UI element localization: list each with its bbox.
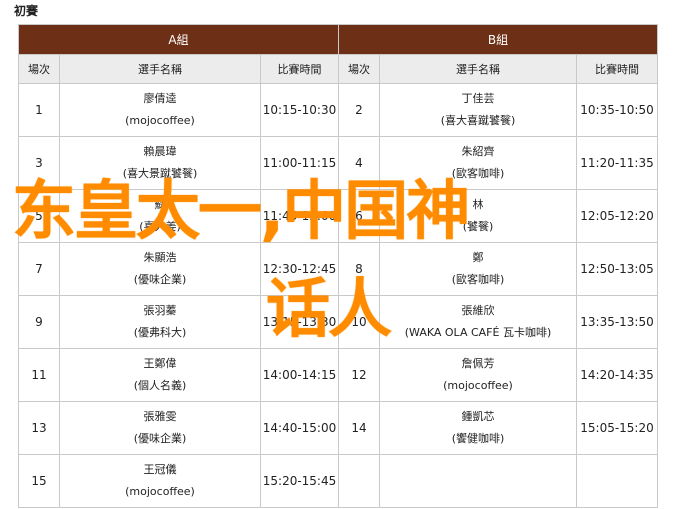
round-cell: 13 — [18, 401, 60, 455]
round-cell: 8 — [338, 242, 380, 296]
round-cell: 7 — [18, 242, 60, 296]
time-cell: 15:05-15:20 — [576, 401, 658, 455]
player-name: 鍾凱芯 — [461, 410, 495, 423]
group-b-header: B組 — [338, 24, 658, 55]
table-row: 11 王鄭偉 (個人名義) 14:00-14:15 12 詹佩芳 (mojocoffee) 1… — [18, 348, 658, 402]
round-cell: 15 — [18, 454, 60, 508]
time-cell: 12:50-13:05 — [576, 242, 658, 296]
time-cell: 10:35-10:50 — [576, 83, 658, 137]
player-team: (個人名義) — [133, 379, 187, 392]
player-cell: 張雅雯 (優味企業) — [59, 401, 261, 455]
player-team: (優弗科大) — [133, 326, 187, 339]
player-name: 詹佩芳 — [461, 357, 495, 370]
player-cell: 王冠儀 (mojocoffee) — [59, 454, 261, 508]
player-name: 賴晨瑋 — [143, 145, 177, 158]
table-row: 13 張雅雯 (優味企業) 14:40-15:00 14 鍾凱芯 (饗健咖啡) 15:05-1… — [18, 401, 658, 455]
player-cell: 蘇 (喜大姜) — [59, 189, 261, 243]
table-row: 3 賴晨瑋 (喜大景蹴饕餮) 11:00-11:15 4 朱紹齊 (歐客咖啡) 11:20-1… — [18, 136, 658, 190]
player-name: 朱紹齊 — [461, 145, 495, 158]
column-header-row: 場次 選手名稱 比賽時間 場次 選手名稱 比賽時間 — [18, 54, 658, 84]
player-cell: 張羽蓁 (優弗科大) — [59, 295, 261, 349]
table-row: 9 張羽蓁 (優弗科大) 13:15-13:30 10 張維欣 (WAKA OLA CAFÉ… — [18, 295, 658, 349]
player-cell: 廖倩逵 (mojocoffee) — [59, 83, 261, 137]
player-cell: 賴晨瑋 (喜大景蹴饕餮) — [59, 136, 261, 190]
player-name: 張維欣 — [461, 304, 495, 317]
round-cell: 11 — [18, 348, 60, 402]
player-name: 王冠儀 — [143, 463, 177, 476]
round-cell: 6 — [338, 189, 380, 243]
player-team: (歐客咖啡) — [451, 273, 505, 286]
player-cell: 鍾凱芯 (饗健咖啡) — [379, 401, 577, 455]
time-cell: 14:20-14:35 — [576, 348, 658, 402]
time-cell — [576, 454, 658, 508]
column-header-round: 場次 — [338, 54, 380, 84]
time-cell: 12:30-12:45 — [260, 242, 339, 296]
player-cell: 張維欣 (WAKA OLA CAFÉ 瓦卡咖啡) — [379, 295, 577, 349]
player-cell: 朱顯浩 (優味企業) — [59, 242, 261, 296]
group-a-header: A組 — [18, 24, 339, 55]
player-team: (優味企業) — [133, 432, 187, 445]
player-team: (饕餮) — [462, 220, 494, 233]
player-cell: 丁佳芸 (喜大喜蹴饕餮) — [379, 83, 577, 137]
round-cell: 4 — [338, 136, 380, 190]
player-cell: 朱紹齊 (歐客咖啡) — [379, 136, 577, 190]
column-header-time: 比賽時間 — [260, 54, 339, 84]
player-name: 林 — [472, 198, 484, 211]
table-row: 1 廖倩逵 (mojocoffee) 10:15-10:30 2 丁佳芸 (喜大喜蹴饕餮) 1… — [18, 83, 658, 137]
page-title: 初賽 — [14, 4, 39, 18]
round-cell: 5 — [18, 189, 60, 243]
player-team: (喜大景蹴饕餮) — [122, 167, 198, 180]
time-cell: 11:45-12:00 — [260, 189, 339, 243]
schedule-body: 1 廖倩逵 (mojocoffee) 10:15-10:30 2 丁佳芸 (喜大喜蹴饕餮) 1… — [18, 83, 658, 508]
player-name: 張羽蓁 — [143, 304, 177, 317]
time-cell: 11:00-11:15 — [260, 136, 339, 190]
player-name: 廖倩逵 — [143, 92, 177, 105]
player-team: (喜大姜) — [139, 220, 181, 233]
round-cell: 10 — [338, 295, 380, 349]
time-cell: 10:15-10:30 — [260, 83, 339, 137]
time-cell: 12:05-12:20 — [576, 189, 658, 243]
table-row: 15 王冠儀 (mojocoffee) 15:20-15:45 — [18, 454, 658, 508]
player-name: 朱顯浩 — [143, 251, 177, 264]
table-row: 7 朱顯浩 (優味企業) 12:30-12:45 8 鄭 (歐客咖啡) 12:50-13:05 — [18, 242, 658, 296]
group-header-row: A組 B組 — [18, 24, 658, 55]
time-cell: 13:15-13:30 — [260, 295, 339, 349]
player-name: 王鄭偉 — [143, 357, 177, 370]
player-team: (mojocoffee) — [125, 114, 195, 127]
round-cell — [338, 454, 380, 508]
player-cell — [379, 454, 577, 508]
player-team: (喜大喜蹴饕餮) — [440, 114, 516, 127]
round-cell: 3 — [18, 136, 60, 190]
time-cell: 14:00-14:15 — [260, 348, 339, 402]
player-team: (饗健咖啡) — [451, 432, 505, 445]
player-cell: 詹佩芳 (mojocoffee) — [379, 348, 577, 402]
time-cell: 13:35-13:50 — [576, 295, 658, 349]
player-name: 鄭 — [472, 251, 484, 264]
player-name: 張雅雯 — [143, 410, 177, 423]
player-team: (mojocoffee) — [443, 379, 513, 392]
player-name: 蘇 — [154, 198, 166, 211]
round-cell: 12 — [338, 348, 380, 402]
player-team: (優味企業) — [133, 273, 187, 286]
time-cell: 11:20-11:35 — [576, 136, 658, 190]
player-name: 丁佳芸 — [461, 92, 495, 105]
player-cell: 林 (饕餮) — [379, 189, 577, 243]
column-header-player: 選手名稱 — [59, 54, 261, 84]
player-team: (WAKA OLA CAFÉ 瓦卡咖啡) — [404, 326, 552, 339]
round-cell: 14 — [338, 401, 380, 455]
time-cell: 14:40-15:00 — [260, 401, 339, 455]
table-row: 5 蘇 (喜大姜) 11:45-12:00 6 林 (饕餮) 12:05-12:20 — [18, 189, 658, 243]
schedule-table: A組 B組 場次 選手名稱 比賽時間 場次 選手名稱 比賽時間 1 廖倩逵 (moj… — [18, 24, 658, 508]
time-cell: 15:20-15:45 — [260, 454, 339, 508]
player-cell: 王鄭偉 (個人名義) — [59, 348, 261, 402]
column-header-player: 選手名稱 — [379, 54, 577, 84]
column-header-time: 比賽時間 — [576, 54, 658, 84]
player-team: (歐客咖啡) — [451, 167, 505, 180]
round-cell: 9 — [18, 295, 60, 349]
player-team: (mojocoffee) — [125, 485, 195, 498]
round-cell: 1 — [18, 83, 60, 137]
column-header-round: 場次 — [18, 54, 60, 84]
round-cell: 2 — [338, 83, 380, 137]
player-cell: 鄭 (歐客咖啡) — [379, 242, 577, 296]
